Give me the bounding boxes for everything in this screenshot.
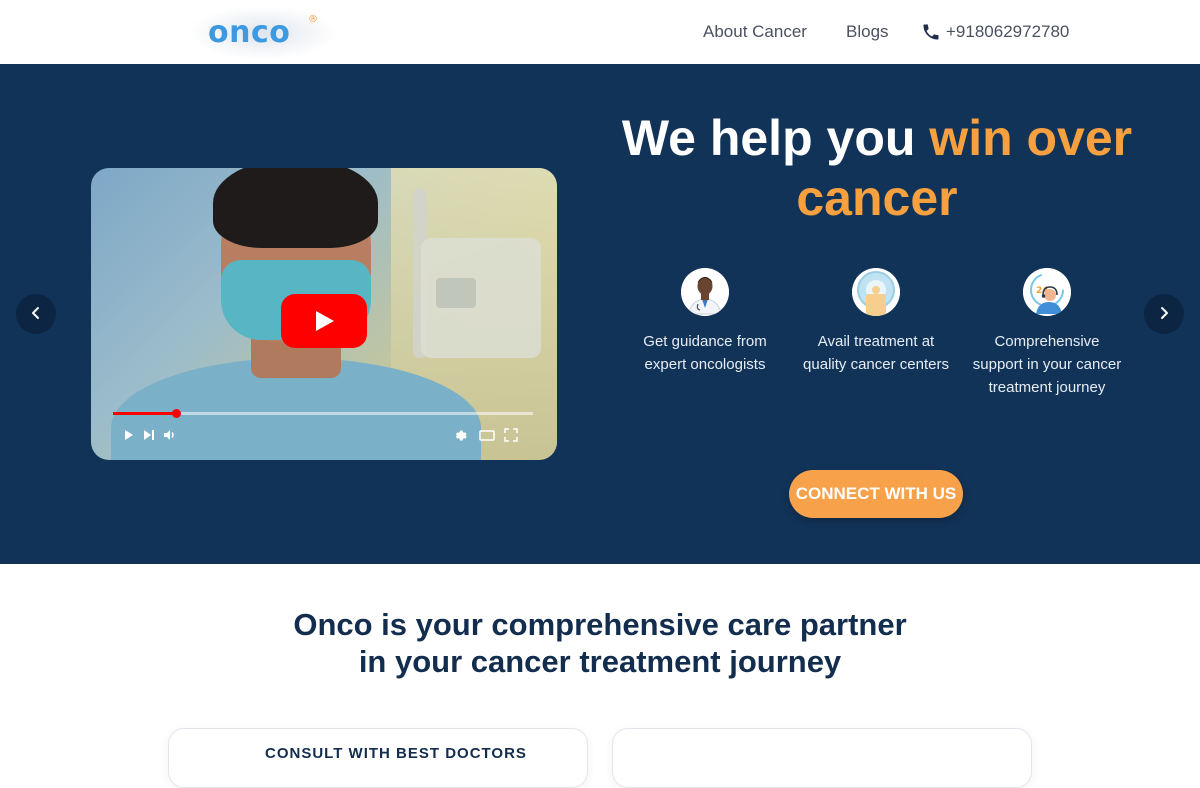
service-card[interactable]: CONSULT WITH BEST DOCTORS [168,728,588,788]
nav-phone-link[interactable]: +918062972780 [921,20,1069,44]
onco-logo[interactable]: onco ® [188,6,338,60]
heading-line-1: Onco is your comprehensive care partner [293,607,907,642]
logo-text: onco [208,15,291,50]
feature-comprehensive-support: 24 Comprehensive support in your cancer … [972,268,1122,399]
play-small-icon[interactable] [123,428,135,442]
video-scrubber-handle[interactable] [172,409,181,418]
nav-about-cancer[interactable]: About Cancer [703,20,807,44]
care-partner-heading: Onco is your comprehensive care partner … [200,606,1000,680]
youtube-play-button[interactable] [281,294,367,348]
video-progress-fill [113,412,176,415]
site-header: onco ® About Cancer Blogs +918062972780 [0,0,1200,64]
service-card-label: CONSULT WITH BEST DOCTORS [265,745,527,762]
volume-icon[interactable] [163,428,177,442]
video-person-hair [213,168,378,248]
hero-headline: We help you win over cancer [600,108,1154,228]
phone-icon [921,22,941,42]
nav-blogs[interactable]: Blogs [846,20,889,44]
feature-quality-centers: Avail treatment at quality cancer center… [801,268,951,376]
play-icon [316,311,334,331]
fullscreen-icon[interactable] [504,428,518,442]
chevron-right-icon [1157,305,1171,324]
heading-line-2: in your cancer treatment journey [358,644,842,679]
scanner-icon [852,268,900,316]
video-progress-bar[interactable] [113,409,533,418]
phone-number: +918062972780 [946,22,1070,41]
feature-expert-guidance: Get guidance from expert oncologists [630,268,780,376]
doctor-icon [681,268,729,316]
support-24-icon: 24 [1023,268,1071,316]
carousel-prev-button[interactable] [16,294,56,334]
feature-text: Get guidance from expert oncologists [643,333,767,373]
settings-gear-icon[interactable] [454,428,469,442]
feature-text: Comprehensive support in your cancer tre… [972,333,1122,396]
hero-section: We help you win over cancer Get guidance… [0,64,1200,564]
video-machine-screen [436,278,476,308]
connect-with-us-button[interactable]: CONNECT WITH US [789,470,963,518]
next-track-icon[interactable] [142,428,156,442]
carousel-next-button[interactable] [1144,294,1184,334]
service-card[interactable] [612,728,1032,788]
chevron-left-icon [29,305,43,324]
theater-mode-icon[interactable] [479,428,495,442]
video-player[interactable] [91,168,557,460]
feature-text: Avail treatment at quality cancer center… [803,333,949,373]
headline-prefix: We help you [621,110,930,166]
registered-mark: ® [308,14,318,25]
